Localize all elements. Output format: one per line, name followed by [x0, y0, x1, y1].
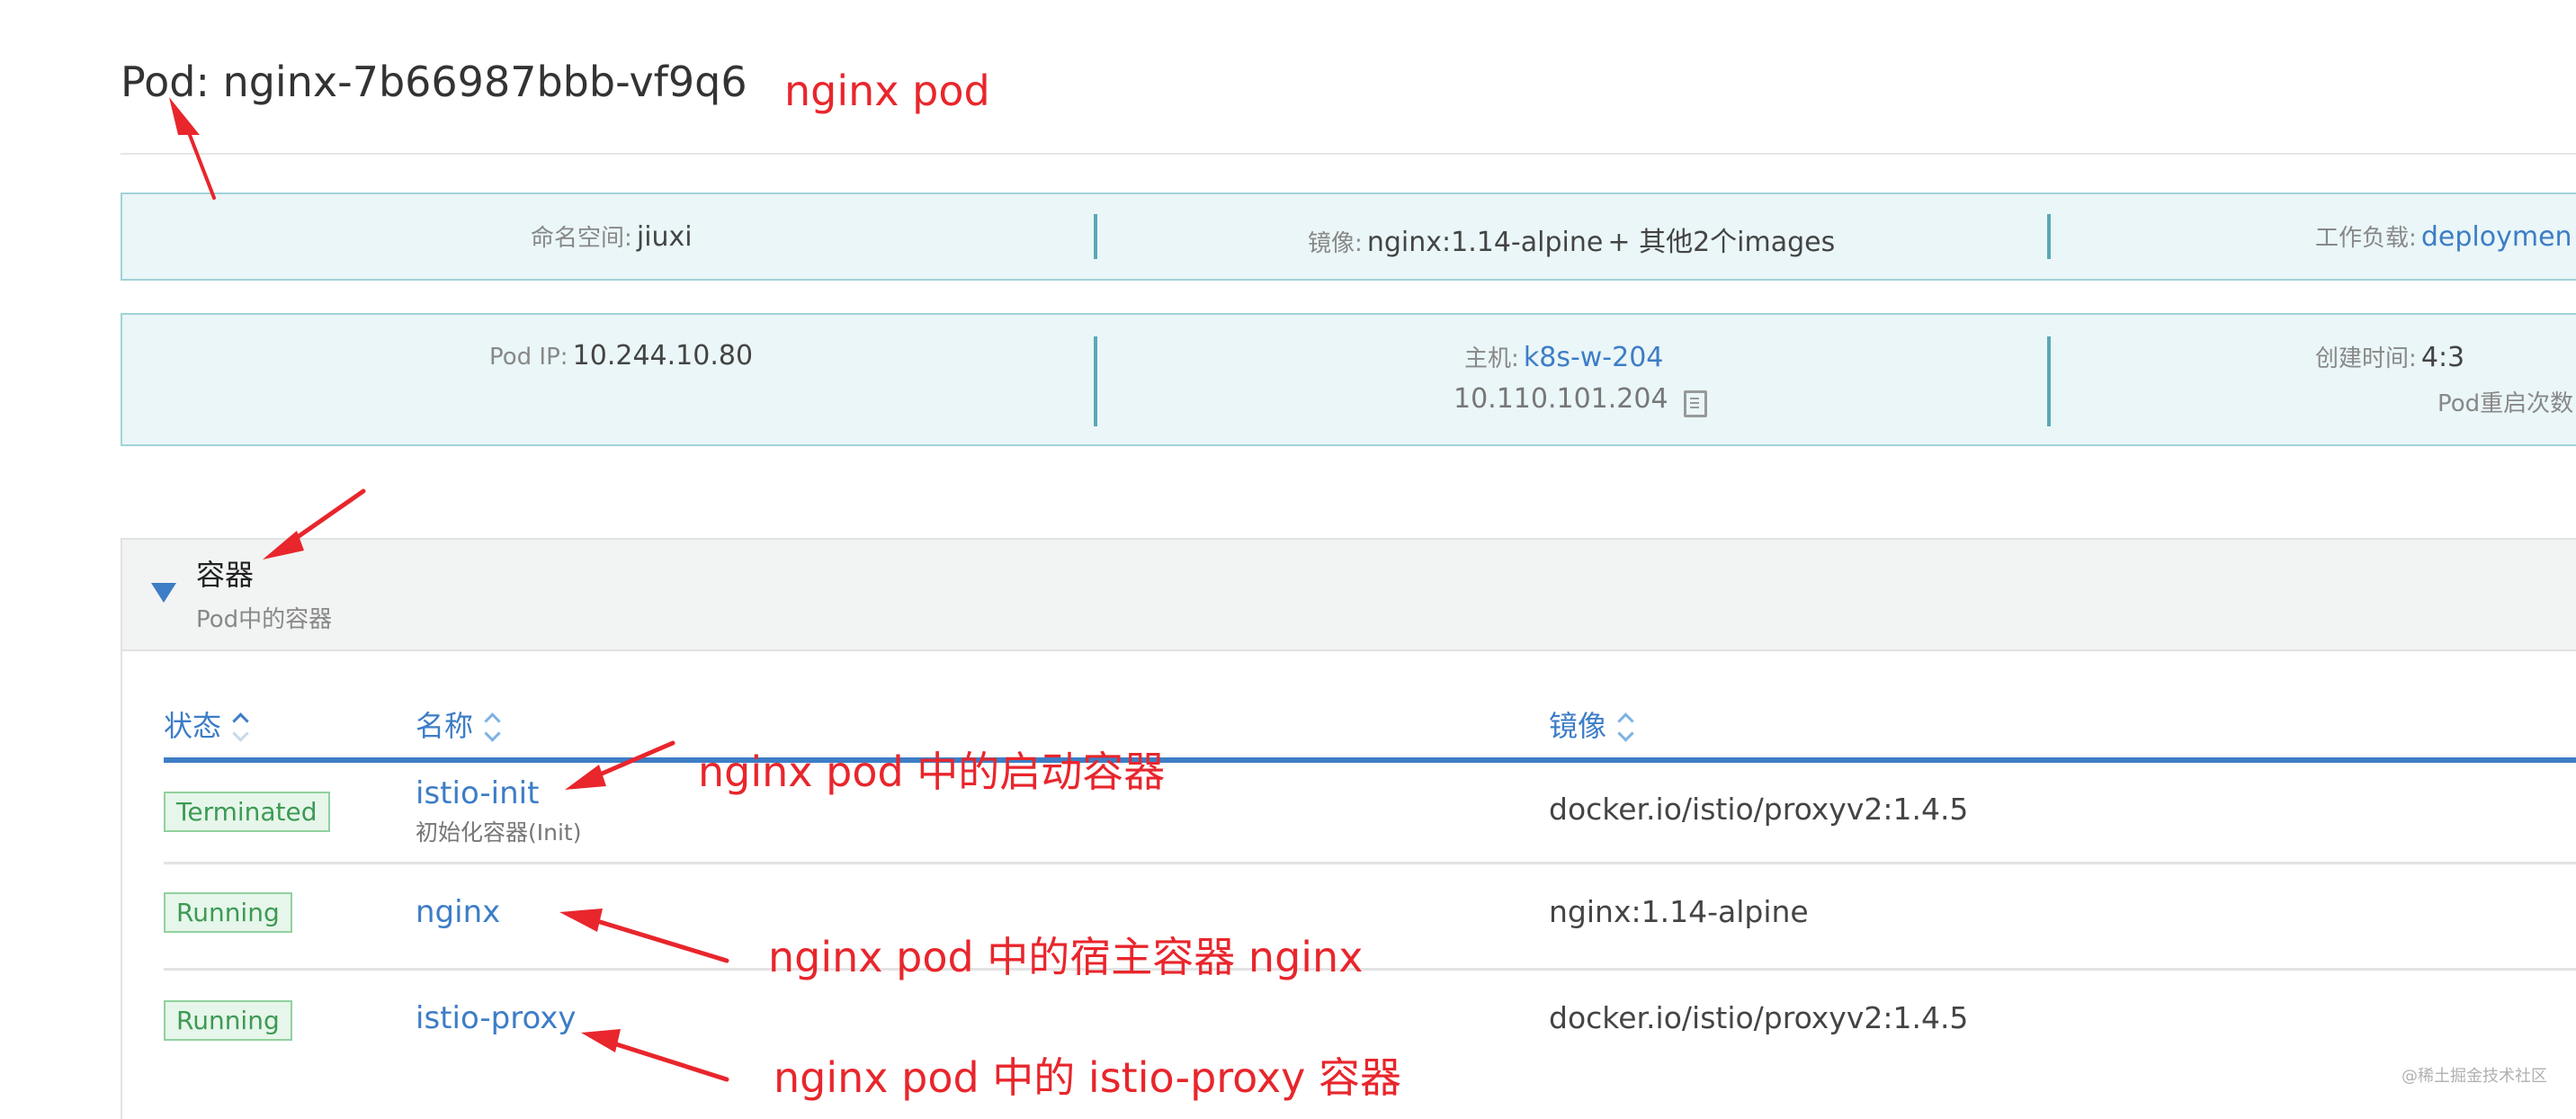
arrow-head: [263, 531, 304, 560]
watermark: @稀土掘金技术社区: [2402, 1067, 2547, 1086]
arrow-to-istio-proxy: [605, 1039, 729, 1082]
arrow-to-nginx: [595, 918, 729, 963]
arrow-head: [559, 909, 603, 932]
annotation-arrows: [169, 97, 729, 1082]
arrow-head: [169, 97, 200, 135]
arrow-head: [581, 1029, 621, 1052]
arrow-to-istio-init: [591, 740, 675, 780]
arrow-head: [565, 765, 606, 790]
